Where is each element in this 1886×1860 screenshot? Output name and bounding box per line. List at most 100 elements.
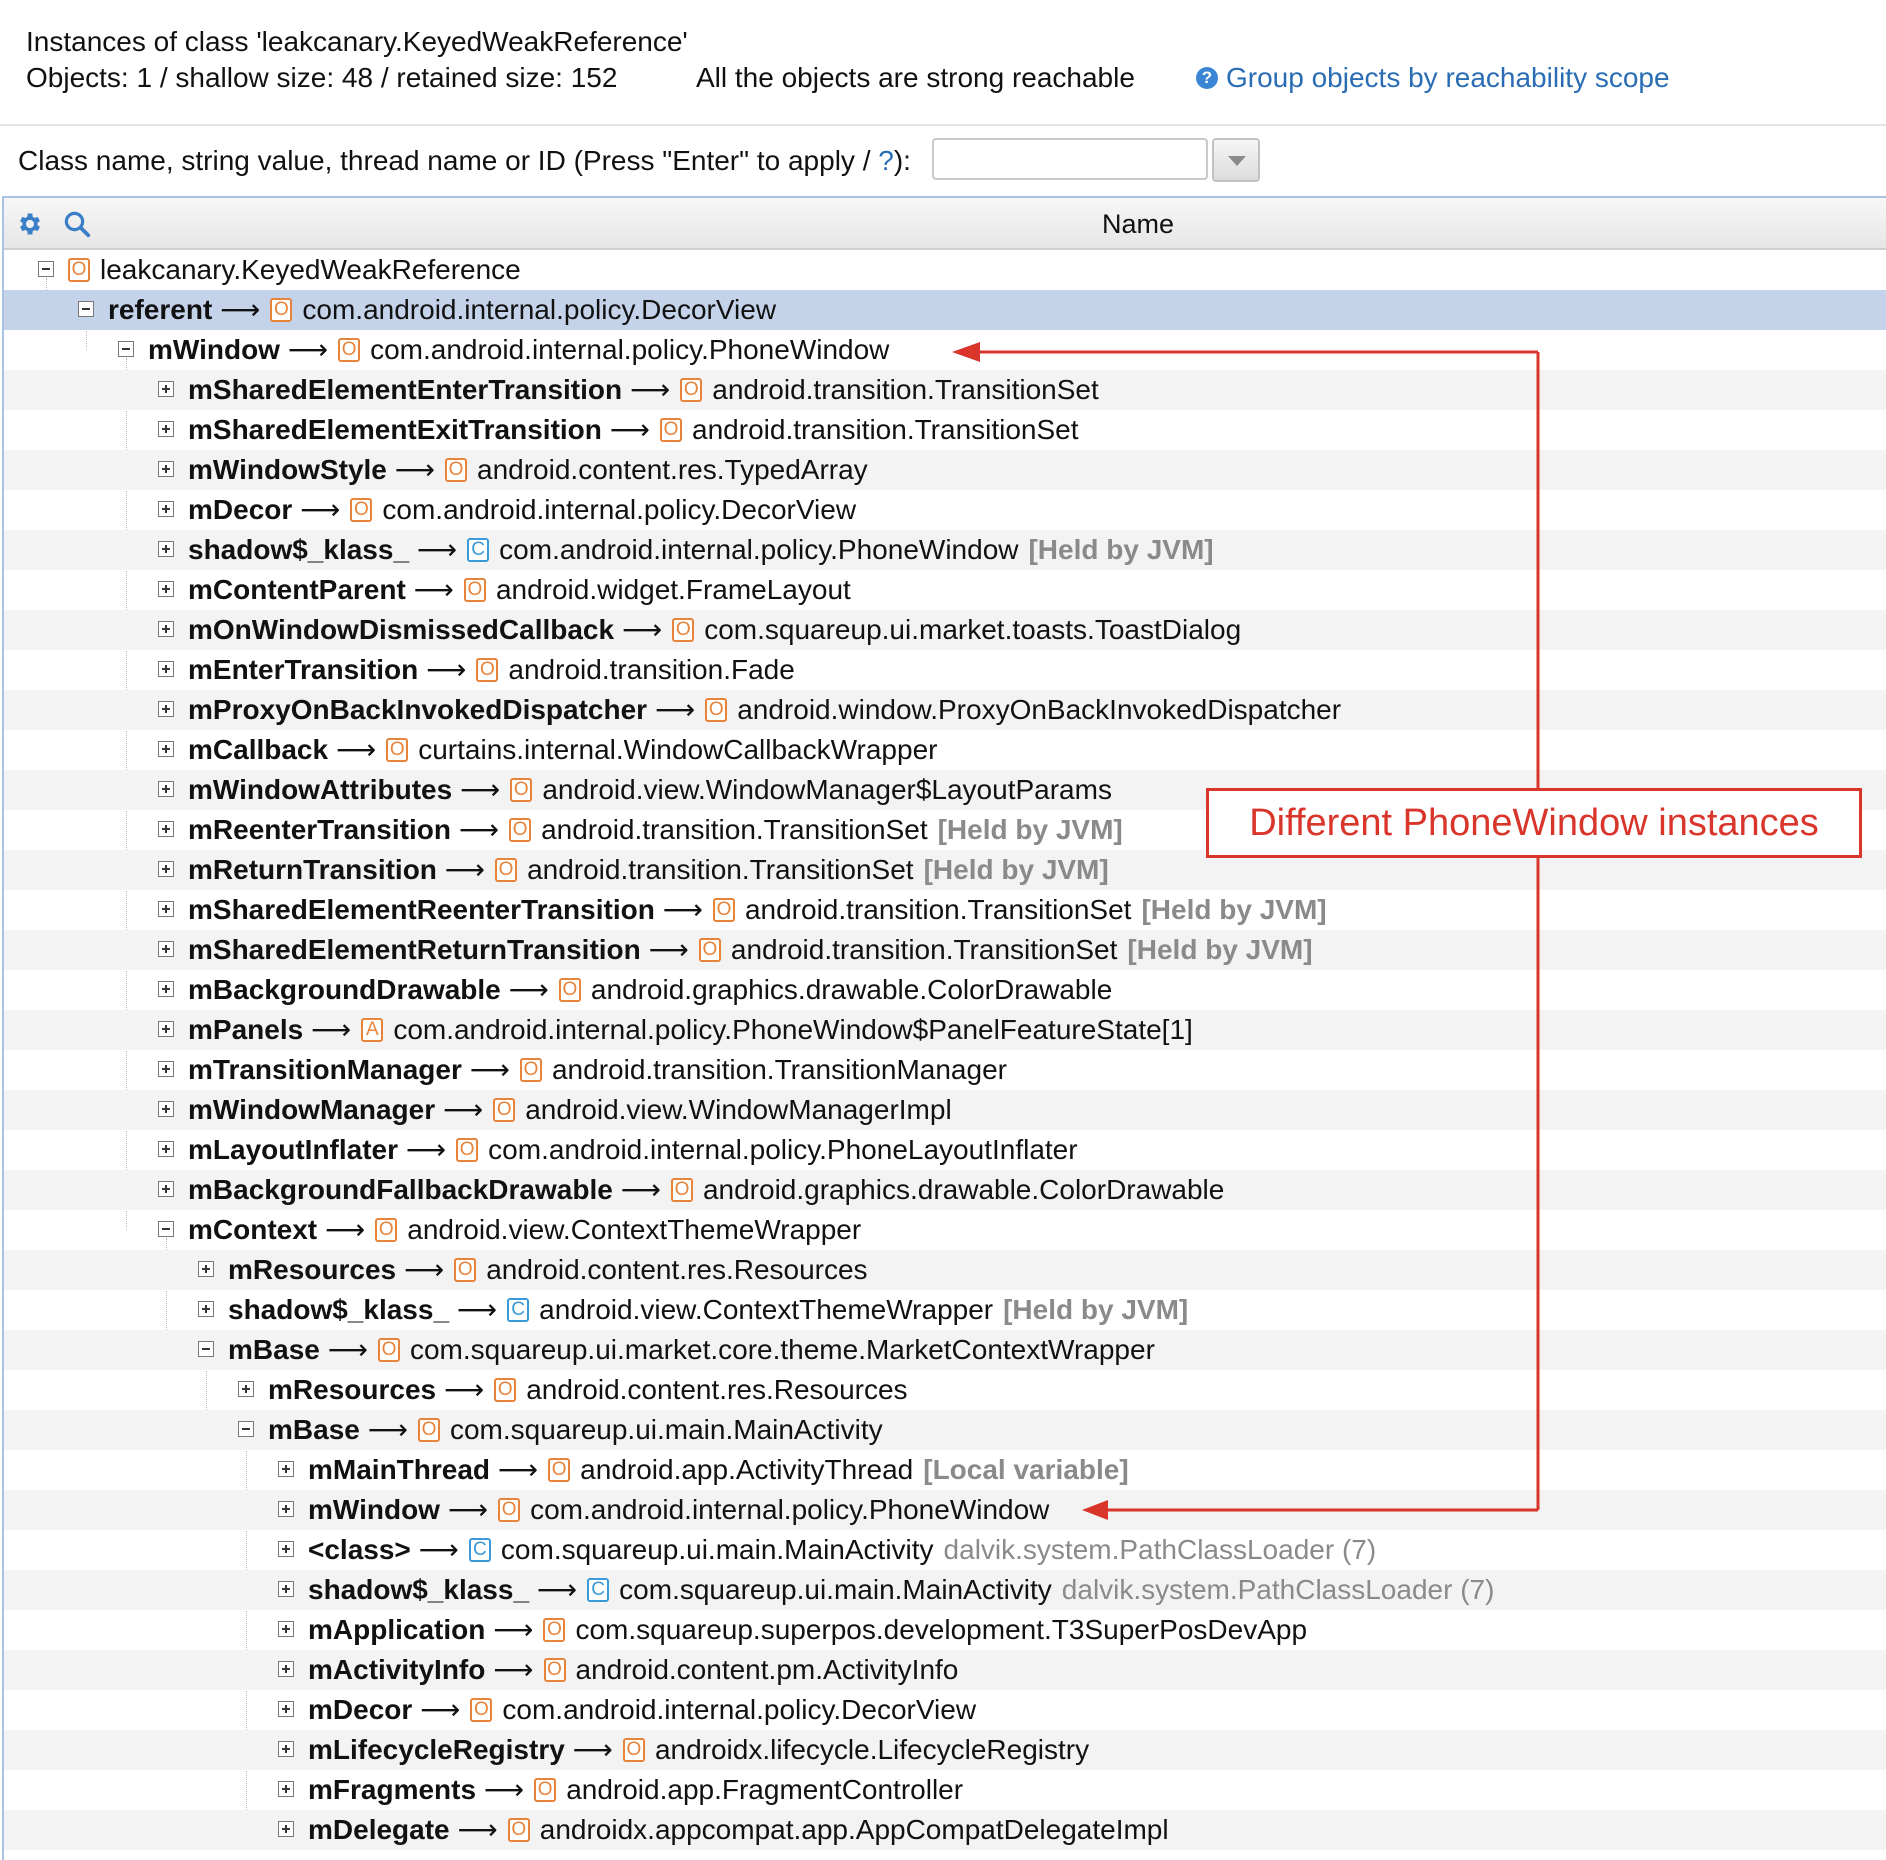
- group-by-reachability-link[interactable]: ? Group objects by reachability scope: [1196, 62, 1670, 94]
- field-name: mLifecycleRegistry: [308, 1734, 565, 1765]
- expand-icon[interactable]: [158, 541, 174, 557]
- expand-icon[interactable]: [158, 1181, 174, 1197]
- collapse-icon[interactable]: [198, 1341, 214, 1357]
- collapse-icon[interactable]: [118, 341, 134, 357]
- tree-row[interactable]: shadow$_klass_ ⟶ Ccom.android.internal.pol…: [4, 530, 1886, 570]
- tree-row[interactable]: mLifecycleRegistry ⟶ Oandroidx.lifecycle.L…: [4, 1730, 1886, 1770]
- field-name: mApplication: [308, 1614, 486, 1645]
- collapse-icon[interactable]: [158, 1221, 174, 1237]
- tree-rows: Oleakcanary.KeyedWeakReference referent ⟶ O…: [4, 250, 1886, 1850]
- expand-icon[interactable]: [158, 861, 174, 877]
- field-name: mProxyOnBackInvokedDispatcher: [188, 694, 648, 725]
- search-icon[interactable]: [62, 209, 92, 239]
- expand-icon[interactable]: [278, 1821, 294, 1837]
- tree-row[interactable]: mBackgroundFallbackDrawable ⟶ Oandroid.gra…: [4, 1170, 1886, 1210]
- filter-help-link[interactable]: ?: [878, 145, 894, 176]
- tree-row[interactable]: mSharedElementEnterTransition ⟶ Oandroid.t…: [4, 370, 1886, 410]
- tree-row[interactable]: mLayoutInflater ⟶ Ocom.android.internal.po…: [4, 1130, 1886, 1170]
- reference-arrow-icon: ⟶: [498, 1454, 539, 1485]
- expand-icon[interactable]: [158, 981, 174, 997]
- tree-row[interactable]: mResources ⟶ Oandroid.content.res.Resource…: [4, 1250, 1886, 1290]
- expand-icon[interactable]: [278, 1661, 294, 1677]
- tree-row[interactable]: mApplication ⟶ Ocom.squareup.superpos.deve…: [4, 1610, 1886, 1650]
- object-type: android.view.WindowManager$LayoutParams: [542, 774, 1112, 805]
- expand-icon[interactable]: [278, 1741, 294, 1757]
- tree-row[interactable]: mSharedElementExitTransition ⟶ Oandroid.tr…: [4, 410, 1886, 450]
- expand-icon[interactable]: [278, 1701, 294, 1717]
- expand-icon[interactable]: [158, 421, 174, 437]
- reference-arrow-icon: ⟶: [404, 1254, 445, 1285]
- name-column-header[interactable]: Name: [1102, 209, 1174, 240]
- expand-icon[interactable]: [158, 901, 174, 917]
- tree-row[interactable]: mDecor ⟶ Ocom.android.internal.policy.Deco…: [4, 1690, 1886, 1730]
- reference-arrow-icon: ⟶: [220, 294, 261, 325]
- tree-row[interactable]: mOnWindowDismissedCallback ⟶ Ocom.squareup…: [4, 610, 1886, 650]
- expand-icon[interactable]: [158, 781, 174, 797]
- expand-icon[interactable]: [158, 1141, 174, 1157]
- expand-icon[interactable]: [158, 821, 174, 837]
- tree-row[interactable]: mSharedElementReenterTransition ⟶ Oandroid…: [4, 890, 1886, 930]
- expand-icon[interactable]: [278, 1501, 294, 1517]
- tree-row[interactable]: Oleakcanary.KeyedWeakReference: [4, 250, 1886, 290]
- tree-row[interactable]: mWindowManager ⟶ Oandroid.view.WindowManag…: [4, 1090, 1886, 1130]
- tree-row[interactable]: mFragments ⟶ Oandroid.app.FragmentControll…: [4, 1770, 1886, 1810]
- expand-icon[interactable]: [198, 1261, 214, 1277]
- tree-row[interactable]: mSharedElementReturnTransition ⟶ Oandroid.…: [4, 930, 1886, 970]
- expand-icon[interactable]: [158, 661, 174, 677]
- tree-row[interactable]: <class> ⟶ Ccom.squareup.ui.main.MainActivi…: [4, 1530, 1886, 1570]
- gear-icon[interactable]: [16, 210, 44, 238]
- object-type: android.transition.TransitionSet: [712, 374, 1099, 405]
- tree-row[interactable]: mEnterTransition ⟶ Oandroid.transition.Fad…: [4, 650, 1886, 690]
- expand-icon[interactable]: [158, 381, 174, 397]
- object-type: android.transition.Fade: [508, 654, 795, 685]
- expand-icon[interactable]: [158, 501, 174, 517]
- tree-row[interactable]: mProxyOnBackInvokedDispatcher ⟶ Oandroid.w…: [4, 690, 1886, 730]
- tree-row[interactable]: mResources ⟶ Oandroid.content.res.Resource…: [4, 1370, 1886, 1410]
- tree-row[interactable]: referent ⟶ Ocom.android.internal.policy.De…: [4, 290, 1886, 330]
- expand-icon[interactable]: [158, 461, 174, 477]
- expand-icon[interactable]: [198, 1301, 214, 1317]
- expand-icon[interactable]: [158, 1061, 174, 1077]
- expand-icon[interactable]: [278, 1541, 294, 1557]
- expand-icon[interactable]: [158, 621, 174, 637]
- tree-row[interactable]: mContentParent ⟶ Oandroid.widget.FrameLayo…: [4, 570, 1886, 610]
- filter-history-dropdown[interactable]: [1212, 138, 1260, 182]
- tree-row-content: mReenterTransition ⟶ Oandroid.transition.T…: [188, 810, 1123, 850]
- reference-arrow-icon: ⟶: [447, 1494, 489, 1525]
- tree-row[interactable]: shadow$_klass_ ⟶ Candroid.view.ContextThem…: [4, 1290, 1886, 1330]
- tree-row[interactable]: mTransitionManager ⟶ Oandroid.transition.T…: [4, 1050, 1886, 1090]
- tree-row[interactable]: mContext ⟶ Oandroid.view.ContextThemeWrapp…: [4, 1210, 1886, 1250]
- tree-row[interactable]: mActivityInfo ⟶ Oandroid.content.pm.Activi…: [4, 1650, 1886, 1690]
- expand-icon[interactable]: [278, 1781, 294, 1797]
- tree-row[interactable]: mPanels ⟶ Acom.android.internal.policy.Pho…: [4, 1010, 1886, 1050]
- tree-row[interactable]: mWindow ⟶ Ocom.android.internal.policy.Pho…: [4, 1490, 1886, 1530]
- expand-icon[interactable]: [158, 1021, 174, 1037]
- tree-row[interactable]: mWindow ⟶ Ocom.android.internal.policy.Pho…: [4, 330, 1886, 370]
- expand-icon[interactable]: [158, 581, 174, 597]
- expand-icon[interactable]: [158, 701, 174, 717]
- expand-icon[interactable]: [158, 1101, 174, 1117]
- expand-icon[interactable]: [278, 1581, 294, 1597]
- expand-icon[interactable]: [238, 1381, 254, 1397]
- collapse-icon[interactable]: [238, 1421, 254, 1437]
- tree-row[interactable]: mMainThread ⟶ Oandroid.app.ActivityThread […: [4, 1450, 1886, 1490]
- tree-row[interactable]: mBase ⟶ Ocom.squareup.ui.market.core.theme…: [4, 1330, 1886, 1370]
- tree-row[interactable]: mBase ⟶ Ocom.squareup.ui.main.MainActivity: [4, 1410, 1886, 1450]
- expand-icon[interactable]: [278, 1461, 294, 1477]
- collapse-icon[interactable]: [78, 301, 94, 317]
- reference-arrow-icon: ⟶: [406, 1134, 447, 1165]
- tree-row[interactable]: mDecor ⟶ Ocom.android.internal.policy.Deco…: [4, 490, 1886, 530]
- field-name: mEnterTransition: [188, 654, 419, 685]
- tree-row[interactable]: shadow$_klass_ ⟶ Ccom.squareup.ui.main.Mai…: [4, 1570, 1886, 1610]
- tree-row[interactable]: mDelegate ⟶ Oandroidx.appcompat.app.AppCom…: [4, 1810, 1886, 1850]
- expand-icon[interactable]: [158, 941, 174, 957]
- expand-icon[interactable]: [278, 1621, 294, 1637]
- tree-row[interactable]: mWindowStyle ⟶ Oandroid.content.res.TypedA…: [4, 450, 1886, 490]
- expand-icon[interactable]: [158, 741, 174, 757]
- filter-input[interactable]: [932, 138, 1208, 180]
- object-icon: O: [519, 1058, 542, 1082]
- collapse-icon[interactable]: [38, 261, 54, 277]
- object-type: android.transition.TransitionSet: [744, 894, 1132, 925]
- tree-row[interactable]: mBackgroundDrawable ⟶ Oandroid.graphics.dr…: [4, 970, 1886, 1010]
- tree-row[interactable]: mCallback ⟶ Ocurtains.internal.WindowCallb…: [4, 730, 1886, 770]
